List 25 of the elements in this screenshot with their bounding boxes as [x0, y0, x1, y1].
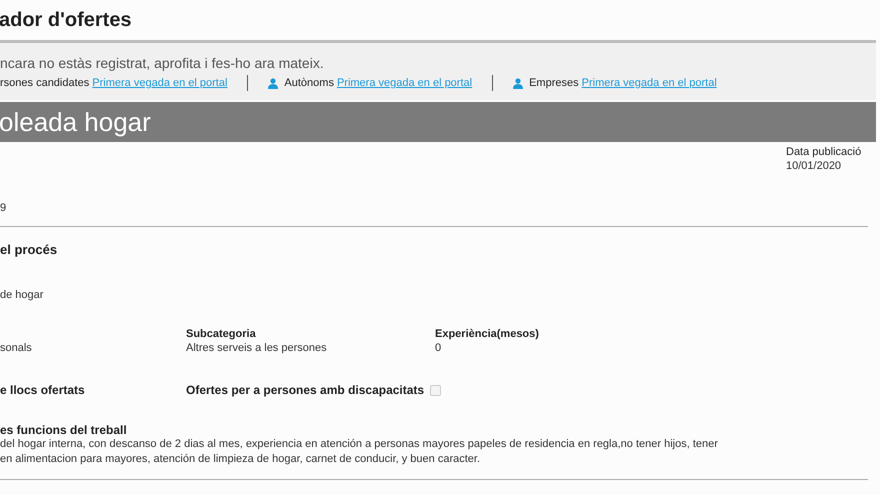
portal-link[interactable]: Primera vegada en el portal: [92, 76, 228, 90]
category-value: sonals: [0, 341, 33, 355]
field-label: e llocs ofertats: [0, 383, 86, 397]
checkbox[interactable]: [430, 384, 442, 396]
link-label: Autònoms: [284, 76, 334, 90]
subcategory-value: Altres serveis a les persones: [186, 341, 328, 355]
occupation-value: de hogar: [0, 288, 44, 302]
field-label: Ofertes per a persones amb discapacitats: [186, 383, 424, 397]
portal-link[interactable]: Primera vegada en el portal: [336, 76, 472, 90]
person-icon: [513, 78, 524, 88]
date-label: Data publicació: [786, 145, 862, 159]
person-icon: [268, 78, 278, 88]
description-text: del hogar interna, con descanso de 2 dias al mes, experiencia en atención a personas mayores papeles de residencia en regla,no tener hijos, tener en alimentacion para mayores, atención de limpieza de hogar, carnet de conducir, y buen caracter.: [0, 437, 719, 467]
link-label: rsones candidates: [0, 76, 90, 90]
portal-link[interactable]: Primera vegada en el portal: [582, 76, 717, 90]
experience-value: 0: [435, 341, 442, 355]
field-label: Experiència(mesos): [435, 327, 540, 341]
offer-title: oleada hogar: [0, 109, 151, 135]
field-value: 9: [0, 201, 6, 216]
link-label: Empreses: [529, 76, 579, 90]
section-heading: el procés: [0, 243, 58, 257]
field-label: es funcions del treball: [0, 423, 128, 437]
notice-message: ncara no estàs registrat, aprofita i fes-ho ara mateix.: [0, 55, 325, 71]
date-value: 10/01/2020: [786, 159, 842, 173]
field-label: Subcategoria: [186, 327, 257, 341]
